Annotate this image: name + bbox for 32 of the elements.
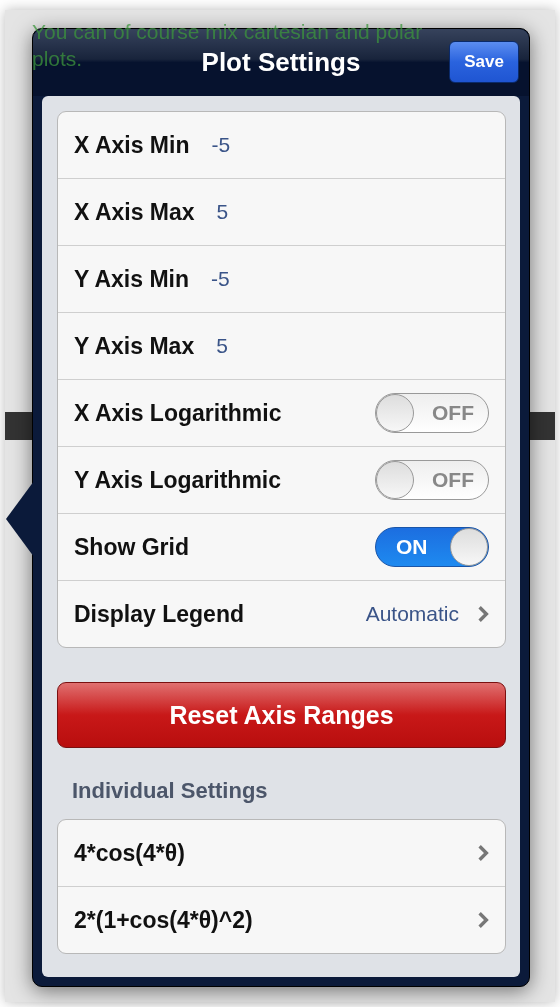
save-button[interactable]: Save [449, 41, 519, 83]
settings-row[interactable]: 4*cos(4*θ) [58, 820, 505, 886]
toggle-switch[interactable]: ON [375, 527, 489, 567]
row-label: X Axis Min [74, 131, 190, 159]
row-label: X Axis Logarithmic [74, 399, 282, 427]
row-label: X Axis Max [74, 198, 195, 226]
value-text[interactable]: 5 [216, 200, 229, 224]
settings-row[interactable]: 2*(1+cos(4*θ)^2) [58, 886, 505, 953]
row-label: 2*(1+cos(4*θ)^2) [74, 906, 253, 934]
value-text[interactable]: -5 [211, 267, 230, 291]
settings-row[interactable]: Display Legend Automatic [58, 580, 505, 647]
chevron-icon [477, 911, 489, 929]
row-label: Y Axis Min [74, 265, 190, 293]
row-label: Display Legend [74, 600, 244, 628]
row-label: Y Axis Logarithmic [74, 466, 282, 494]
reset-button[interactable]: Reset Axis Ranges [57, 682, 506, 748]
value-text: Automatic [365, 602, 459, 626]
popover-title: Plot Settings [201, 47, 361, 78]
row-label: Show Grid [74, 533, 189, 561]
value-text[interactable]: -5 [211, 133, 231, 157]
settings-row[interactable]: Y Axis Min -5 [58, 245, 505, 312]
settings-row[interactable]: X Axis Min -5 [58, 112, 505, 178]
chevron-icon [477, 605, 489, 623]
section-header: Individual Settings [72, 778, 269, 804]
settings-row[interactable]: Y Axis Max 5 [58, 312, 505, 379]
row-label: 4*cos(4*θ) [74, 839, 185, 867]
row-label: Y Axis Max [74, 332, 195, 360]
value-text[interactable]: 5 [216, 334, 228, 358]
background-text: plots. [32, 46, 83, 72]
toolbar-strip [5, 412, 35, 440]
chevron-icon [477, 844, 489, 862]
settings-row[interactable]: X Axis Max 5 [58, 178, 505, 245]
